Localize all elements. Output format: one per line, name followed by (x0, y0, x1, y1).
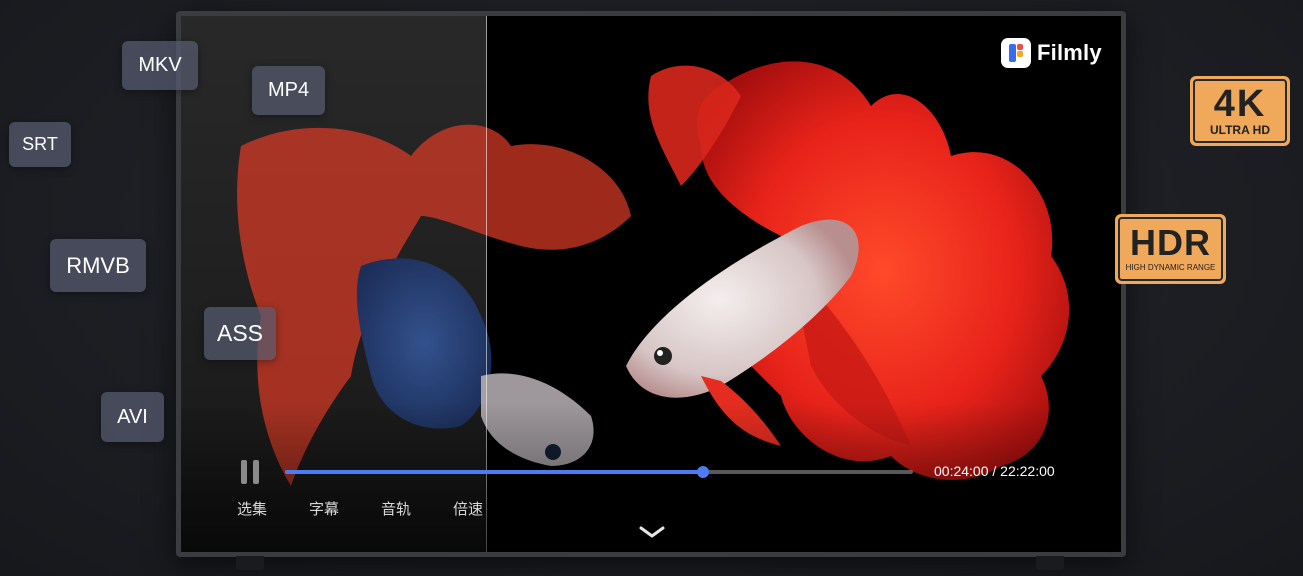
hdr-badge: HDR HIGH DYNAMIC RANGE (1115, 214, 1226, 284)
promo-stage: Filmly 00:24:00 / 22:22:00 选集 字幕 音轨 倍速 M… (0, 0, 1303, 576)
playback-speed-button[interactable]: 倍速 (453, 498, 483, 519)
tv-stand-left (236, 556, 264, 570)
format-tag-mkv: MKV (122, 41, 198, 90)
progress-fill (285, 470, 703, 474)
pause-icon-bar-right (253, 460, 259, 484)
progress-bar[interactable] (285, 466, 913, 478)
hdr-badge-inner: HDR HIGH DYNAMIC RANGE (1118, 217, 1223, 281)
filmly-logo-text: Filmly (1037, 40, 1102, 65)
format-tag-rmvb: RMVB (50, 239, 146, 292)
hdr-badge-main: HDR (1130, 222, 1211, 263)
hdr-badge-sub: HIGH DYNAMIC RANGE (1125, 263, 1216, 272)
4k-badge-sub: ULTRA HD (1210, 123, 1270, 137)
format-tag-mp4: MP4 (252, 66, 325, 115)
player-control-menu: 选集 字幕 音轨 倍速 (237, 498, 483, 519)
time-display: 00:24:00 / 22:22:00 (934, 463, 1055, 479)
episodes-button[interactable]: 选集 (237, 498, 267, 519)
tv-stand-right (1036, 556, 1064, 570)
format-tag-srt: SRT (9, 122, 71, 167)
audio-track-button[interactable]: 音轨 (381, 498, 411, 519)
4k-ultra-hd-badge: 4K ULTRA HD (1190, 76, 1290, 146)
chevron-down-icon[interactable] (637, 524, 667, 540)
filmly-logo: Filmly (1001, 38, 1102, 68)
format-tag-avi: AVI (101, 392, 164, 442)
pause-icon-bar-left (241, 460, 247, 484)
progress-handle[interactable] (696, 466, 709, 478)
format-tag-ass: ASS (204, 307, 276, 360)
pause-button[interactable] (241, 460, 263, 486)
subtitles-button[interactable]: 字幕 (309, 498, 339, 519)
4k-badge-inner: 4K ULTRA HD (1193, 79, 1287, 143)
filmly-logo-icon (1001, 38, 1031, 68)
4k-badge-main: 4K (1213, 83, 1267, 125)
